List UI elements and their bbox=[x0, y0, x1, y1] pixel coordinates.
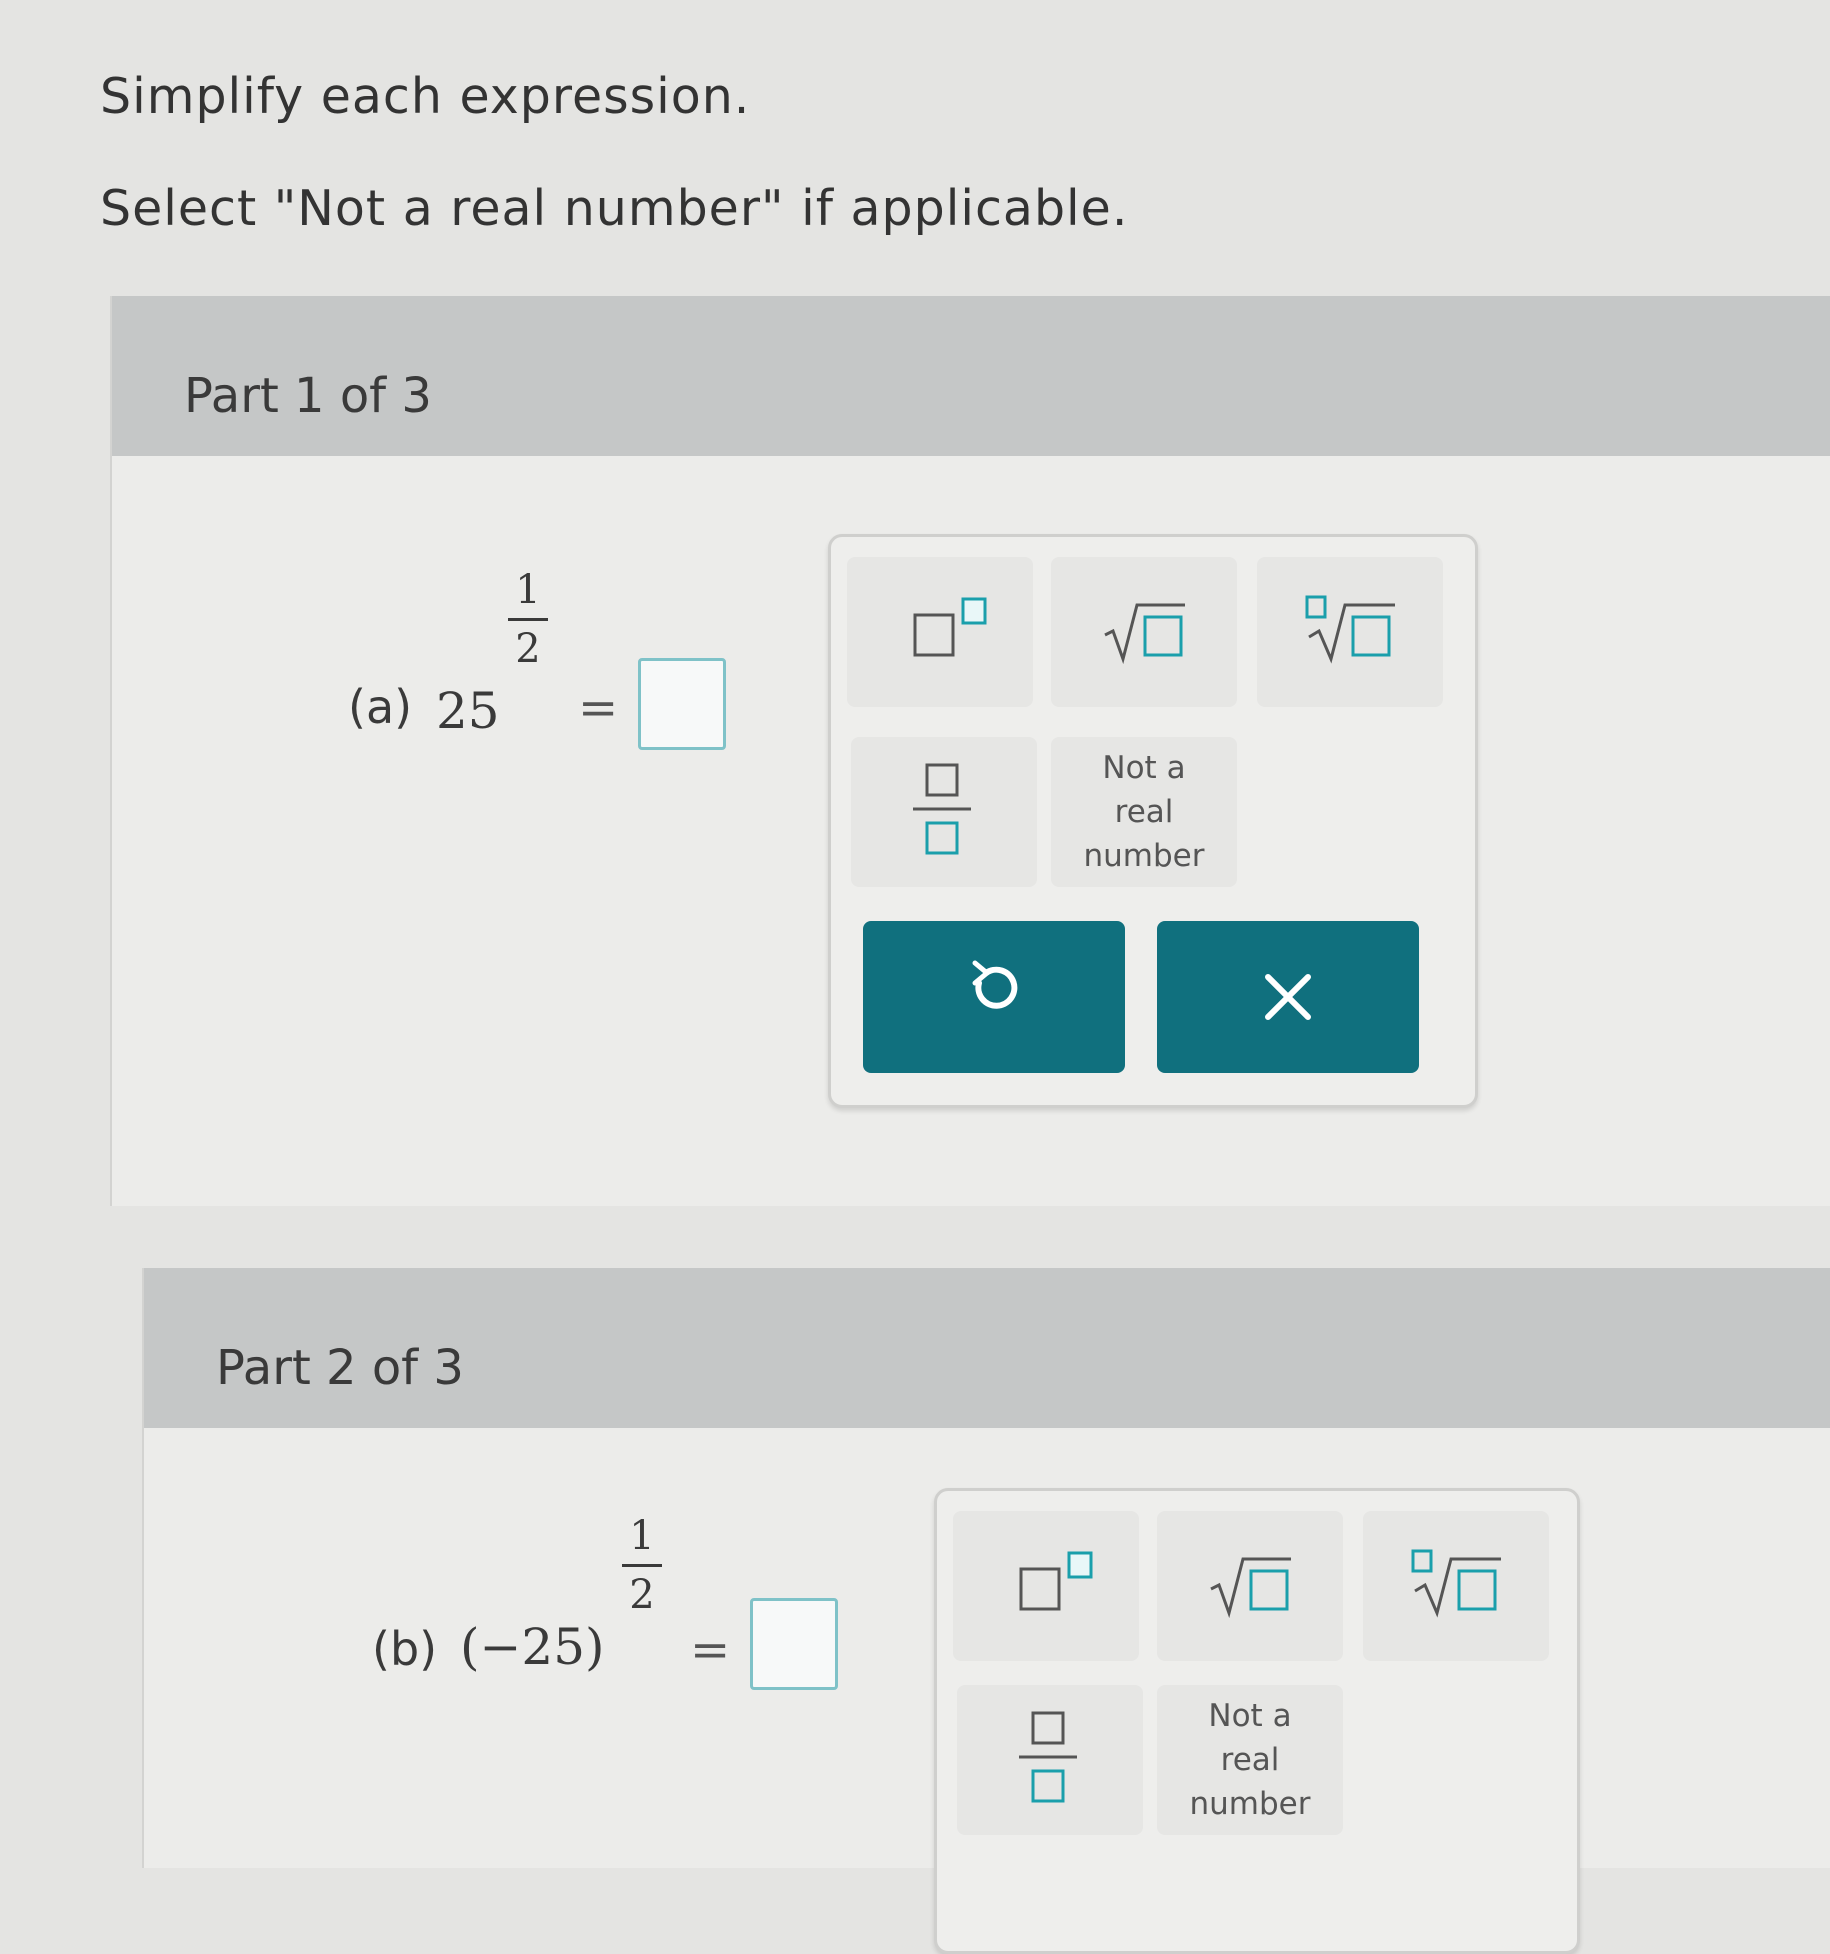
not-a-real-number-key[interactable]: Not a real number bbox=[1051, 737, 1237, 887]
fraction-bar bbox=[508, 618, 548, 621]
square-root-icon bbox=[1210, 1557, 1291, 1619]
fraction-icon bbox=[913, 763, 971, 855]
math-keypad-b: Not a real number bbox=[934, 1488, 1580, 1954]
not-a-real-number-label: Not a real number bbox=[1083, 750, 1205, 874]
answer-box-a[interactable] bbox=[638, 658, 726, 750]
equals-sign: = bbox=[578, 680, 619, 736]
clear-button[interactable] bbox=[1157, 921, 1419, 1073]
undo-icon bbox=[972, 960, 1018, 1009]
not-a-real-number-label: Not a real number bbox=[1189, 1698, 1311, 1822]
part-2-header: Part 2 of 3 bbox=[144, 1268, 1830, 1428]
fraction-icon bbox=[1019, 1711, 1077, 1803]
problem-b-exponent-denominator: 2 bbox=[629, 1572, 655, 1618]
instruction-hint: Select "Not a real number" if applicable… bbox=[100, 180, 1129, 237]
superscript-icon bbox=[913, 597, 987, 657]
answer-box-b[interactable] bbox=[750, 1598, 838, 1690]
nth-root-icon bbox=[1411, 1549, 1501, 1618]
problem-b-label: (b) bbox=[372, 1622, 438, 1676]
not-a-real-number-key[interactable]: Not a real number bbox=[1157, 1685, 1343, 1835]
part-2-title: Part 2 of 3 bbox=[216, 1340, 464, 1396]
square-root-key[interactable] bbox=[1051, 557, 1237, 707]
square-root-key[interactable] bbox=[1157, 1511, 1343, 1661]
instruction-text: Simplify each expression. bbox=[100, 68, 751, 125]
problem-b-exponent-numerator: 1 bbox=[629, 1513, 655, 1559]
equals-sign: = bbox=[690, 1622, 731, 1678]
square-root-icon bbox=[1104, 603, 1185, 665]
problem-b-base: (−25) bbox=[460, 1618, 605, 1676]
superscript-icon bbox=[1019, 1551, 1093, 1611]
part-1-header: Part 1 of 3 bbox=[112, 296, 1830, 456]
part-1-title: Part 1 of 3 bbox=[184, 368, 432, 424]
nth-root-key[interactable] bbox=[1257, 557, 1443, 707]
fraction-key[interactable] bbox=[851, 737, 1037, 887]
nth-root-key[interactable] bbox=[1363, 1511, 1549, 1661]
problem-a-exponent: 1 2 bbox=[506, 566, 550, 673]
problem-a-base: 25 bbox=[436, 682, 500, 740]
nth-root-icon bbox=[1305, 595, 1395, 664]
undo-button[interactable] bbox=[863, 921, 1125, 1073]
problem-a-exponent-denominator: 2 bbox=[515, 626, 541, 672]
math-keypad-a: Not a real number bbox=[828, 534, 1478, 1108]
problem-b-exponent: 1 2 bbox=[620, 1512, 664, 1619]
superscript-key[interactable] bbox=[847, 557, 1033, 707]
superscript-key[interactable] bbox=[953, 1511, 1139, 1661]
problem-a-label: (a) bbox=[348, 680, 413, 734]
fraction-bar bbox=[622, 1564, 662, 1567]
problem-a-exponent-numerator: 1 bbox=[515, 567, 541, 613]
close-icon bbox=[1265, 974, 1311, 1020]
fraction-key[interactable] bbox=[957, 1685, 1143, 1835]
